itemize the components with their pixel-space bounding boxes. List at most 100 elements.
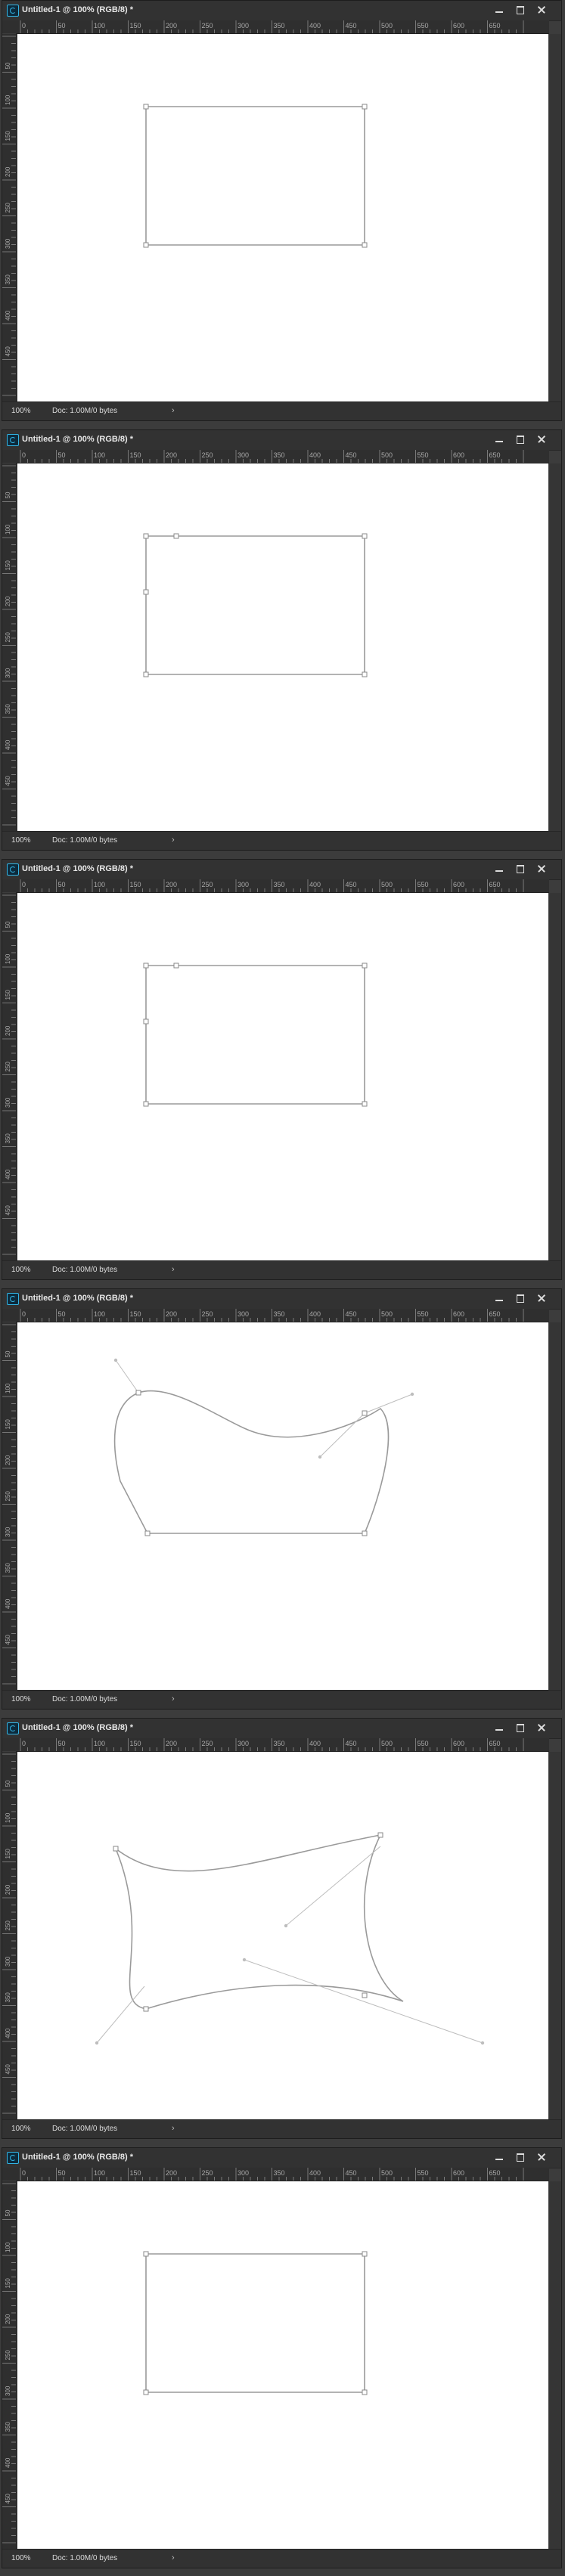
maximize-icon[interactable] bbox=[513, 1721, 528, 1734]
maximize-icon[interactable] bbox=[513, 862, 528, 876]
ruler-label: 350 bbox=[274, 1740, 285, 1747]
maximize-icon[interactable] bbox=[513, 3, 528, 17]
anchor-point bbox=[143, 963, 149, 969]
minimize-icon[interactable] bbox=[492, 1721, 507, 1734]
ruler-label: 350 bbox=[274, 881, 285, 888]
zoom-level[interactable]: 100% bbox=[11, 1266, 31, 1274]
ruler-label: 300 bbox=[5, 238, 11, 249]
maximize-icon[interactable] bbox=[513, 1291, 528, 1305]
chevron-right-icon[interactable]: › bbox=[172, 406, 175, 415]
document-canvas[interactable] bbox=[17, 1752, 548, 2122]
ruler-origin bbox=[2, 1738, 16, 1751]
ruler-label: 150 bbox=[5, 2278, 11, 2289]
ruler-label: 0 bbox=[22, 451, 26, 459]
ruler-label: 450 bbox=[346, 2169, 357, 2177]
ruler-label: 300 bbox=[5, 1956, 11, 1967]
minimize-icon[interactable] bbox=[492, 1291, 507, 1305]
ruler-label: 550 bbox=[418, 451, 429, 459]
ruler-label: 250 bbox=[5, 632, 11, 643]
ruler-label: 300 bbox=[237, 881, 249, 888]
anchor-point bbox=[362, 242, 368, 248]
document-title: Untitled-1 @ 100% (RGB/8) * bbox=[22, 864, 134, 873]
ruler-label: 200 bbox=[166, 1740, 177, 1747]
ruler-label: 50 bbox=[5, 491, 11, 498]
minimize-icon[interactable] bbox=[492, 2150, 507, 2164]
close-icon[interactable] bbox=[534, 432, 549, 446]
vertical-scrollbar[interactable] bbox=[549, 34, 561, 402]
ruler-label: 650 bbox=[489, 1740, 501, 1747]
vertical-scrollbar[interactable] bbox=[549, 1322, 561, 1691]
ruler-label: 50 bbox=[5, 1350, 11, 1357]
ruler-label: 150 bbox=[130, 451, 141, 459]
anchor-point bbox=[143, 671, 149, 677]
handle-point bbox=[113, 1358, 118, 1362]
ruler-label: 550 bbox=[418, 1740, 429, 1747]
close-icon[interactable] bbox=[534, 2150, 549, 2164]
chevron-right-icon[interactable]: › bbox=[172, 1265, 175, 1274]
close-icon[interactable] bbox=[534, 1721, 549, 1734]
close-icon[interactable] bbox=[534, 1291, 549, 1305]
zoom-level[interactable]: 100% bbox=[11, 1695, 31, 1703]
maximize-icon[interactable] bbox=[513, 432, 528, 446]
minimize-icon[interactable] bbox=[492, 432, 507, 446]
ruler-label: 400 bbox=[5, 1598, 11, 1609]
photoshop-icon bbox=[7, 5, 19, 17]
maximize-icon[interactable] bbox=[513, 2150, 528, 2164]
minimize-icon[interactable] bbox=[492, 3, 507, 17]
status-bar: 100% Doc: 1.00M/0 bytes › bbox=[2, 831, 561, 850]
close-icon[interactable] bbox=[534, 862, 549, 876]
vertical-scrollbar[interactable] bbox=[549, 893, 561, 1261]
chevron-right-icon[interactable]: › bbox=[172, 2553, 175, 2562]
minimize-icon[interactable] bbox=[492, 862, 507, 876]
ruler-label: 50 bbox=[5, 2209, 11, 2216]
zoom-level[interactable]: 100% bbox=[11, 407, 31, 415]
selected-anchor-point bbox=[173, 533, 179, 539]
ruler-label: 150 bbox=[5, 1419, 11, 1430]
anchor-point bbox=[377, 1832, 383, 1838]
ruler-label: 100 bbox=[94, 451, 105, 459]
ruler-label: 500 bbox=[381, 1740, 393, 1747]
curved-path bbox=[114, 1834, 404, 2010]
handle-point bbox=[95, 2041, 99, 2045]
document-canvas[interactable] bbox=[17, 2181, 548, 2551]
ruler-label: 650 bbox=[489, 2169, 501, 2177]
ruler-label: 0 bbox=[22, 881, 26, 888]
ruler-label: 250 bbox=[202, 2169, 213, 2177]
vertical-scrollbar[interactable] bbox=[549, 463, 561, 832]
document-canvas[interactable] bbox=[17, 893, 548, 1263]
ruler-label: 50 bbox=[58, 22, 66, 29]
document-size: Doc: 1.00M/0 bytes bbox=[52, 2554, 118, 2562]
vertical-scrollbar[interactable] bbox=[549, 1752, 561, 2120]
chevron-right-icon[interactable]: › bbox=[172, 1694, 175, 1703]
vertical-scrollbar[interactable] bbox=[549, 2181, 561, 2550]
anchor-point bbox=[362, 533, 368, 539]
title-bar: Untitled-1 @ 100% (RGB/8) * bbox=[2, 2148, 561, 2168]
horizontal-ruler: 0 50 100 150 200 250 300 350 400 450 500 550 600 650 bbox=[16, 450, 549, 463]
zoom-level[interactable]: 100% bbox=[11, 836, 31, 845]
chevron-right-icon[interactable]: › bbox=[172, 835, 175, 845]
ruler-label: 350 bbox=[5, 1133, 11, 1144]
rectangle-path bbox=[145, 106, 365, 246]
document-canvas[interactable] bbox=[17, 1322, 548, 1692]
ruler-label: 50 bbox=[58, 2169, 66, 2177]
title-bar: Untitled-1 @ 100% (RGB/8) * bbox=[2, 1719, 561, 1739]
ruler-label: 350 bbox=[5, 1563, 11, 1573]
bezier-handle-line bbox=[115, 1359, 139, 1393]
selected-anchor-point bbox=[143, 1018, 149, 1025]
photoshop-icon bbox=[7, 1722, 19, 1734]
handle-point bbox=[480, 2041, 485, 2045]
close-icon[interactable] bbox=[534, 3, 549, 17]
ruler-label: 450 bbox=[5, 1635, 11, 1645]
zoom-level[interactable]: 100% bbox=[11, 2125, 31, 2133]
document-canvas[interactable] bbox=[17, 463, 548, 833]
vertical-ruler: 50 100 150 200 250 300 350 400 450 bbox=[2, 2181, 17, 2550]
zoom-level[interactable]: 100% bbox=[11, 2554, 31, 2562]
horizontal-ruler: 0 50 100 150 200 250 300 350 400 450 500 550 600 650 bbox=[16, 1738, 549, 1752]
ruler-label: 600 bbox=[453, 881, 464, 888]
document-window: Untitled-1 @ 100% (RGB/8) * 0 50 100 150 200 2… bbox=[2, 2147, 562, 2568]
rectangle-path bbox=[145, 965, 365, 1105]
chevron-right-icon[interactable]: › bbox=[172, 2124, 175, 2133]
ruler-label: 450 bbox=[5, 2064, 11, 2075]
ruler-origin bbox=[2, 450, 16, 463]
document-canvas[interactable] bbox=[17, 34, 548, 404]
